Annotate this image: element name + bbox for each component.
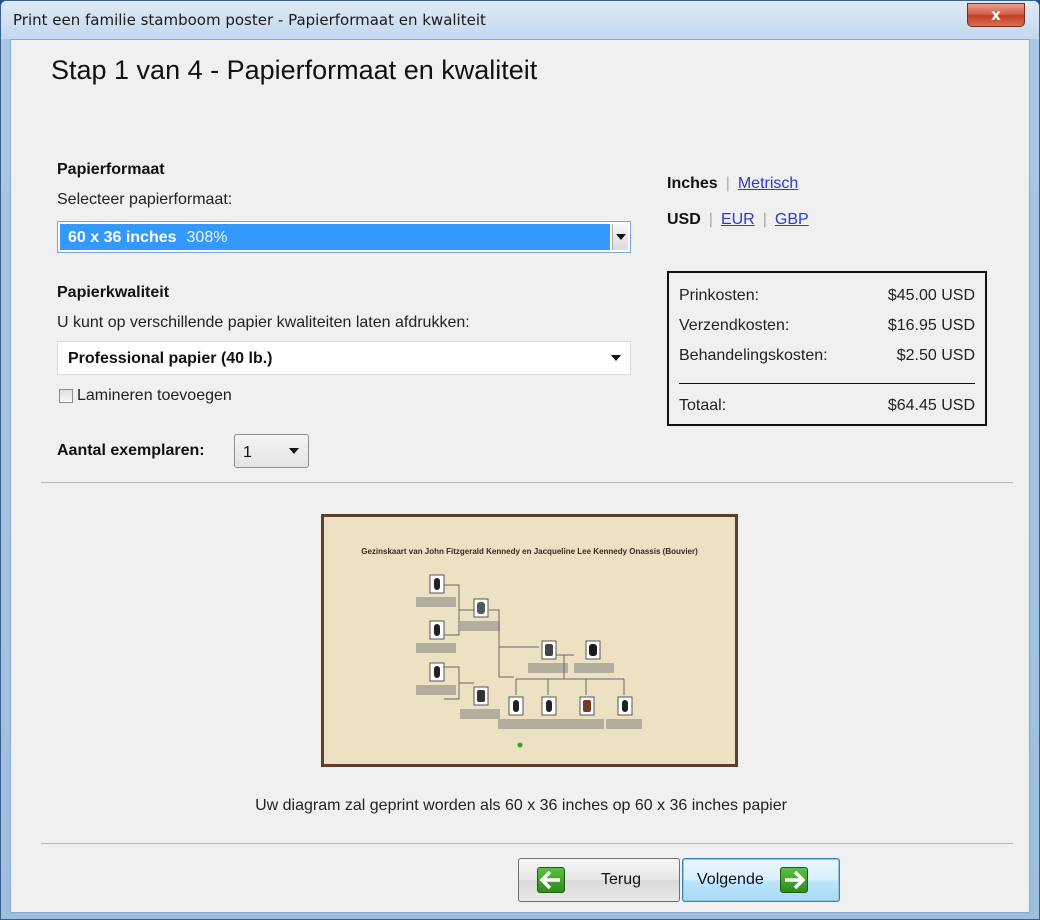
laminate-checkbox[interactable] xyxy=(59,389,73,403)
paper-size-heading: Papierformaat xyxy=(57,161,165,178)
length-units: Inches | Metrisch xyxy=(667,175,799,193)
cost-label: Prinkosten: xyxy=(679,287,760,304)
arrow-right-icon xyxy=(779,867,808,893)
cost-label: Behandelingskosten: xyxy=(679,347,828,364)
copies-label: Aantal exemplaren: xyxy=(57,442,205,459)
dropdown-arrow-button[interactable] xyxy=(612,224,628,250)
title-bar[interactable]: Print een familie stamboom poster - Papi… xyxy=(1,1,1039,39)
paper-quality-value: Professional papier (40 lb.) xyxy=(68,350,273,367)
paper-size-prompt: Selecteer papierformaat: xyxy=(57,191,233,208)
dialog-window: Print een familie stamboom poster - Papi… xyxy=(0,0,1040,920)
cost-value: $2.50 USD xyxy=(896,347,975,364)
paper-quality-select[interactable]: Professional papier (40 lb.) xyxy=(57,341,631,375)
arrow-left-icon xyxy=(537,867,565,893)
chevron-down-icon xyxy=(611,355,621,361)
unit-metric-link[interactable]: Metrisch xyxy=(738,175,798,193)
poster-preview: Gezinskaart van John Fitzgerald Kennedy … xyxy=(321,514,738,767)
cost-row: Prinkosten: $45.00 USD xyxy=(679,287,975,305)
back-label: Terug xyxy=(601,871,642,888)
print-caption: Uw diagram zal geprint worden als 60 x 3… xyxy=(255,797,787,814)
cost-divider xyxy=(679,383,975,384)
currency-gbp-link[interactable]: GBP xyxy=(775,211,809,229)
cost-row: Verzendkosten: $16.95 USD xyxy=(679,317,975,335)
chevron-down-icon xyxy=(615,234,626,240)
laminate-label: Lamineren toevoegen xyxy=(77,387,232,404)
total-value: $64.45 USD xyxy=(887,397,975,414)
back-button[interactable]: Terug xyxy=(518,858,680,902)
cost-summary: Prinkosten: $45.00 USD Verzendkosten: $1… xyxy=(667,271,987,426)
dropdown-arrow-button[interactable] xyxy=(286,437,302,465)
cost-total-row: Totaal: $64.45 USD xyxy=(679,397,975,415)
chevron-down-icon xyxy=(289,448,299,454)
paper-quality-prompt: U kunt op verschillende papier kwaliteit… xyxy=(57,314,470,331)
divider xyxy=(41,843,1013,844)
cost-label: Verzendkosten: xyxy=(679,317,790,334)
laminate-option[interactable]: Lamineren toevoegen xyxy=(59,387,232,405)
cost-row: Behandelingskosten: $2.50 USD xyxy=(679,347,975,365)
paper-size-percent: 308% xyxy=(186,229,228,246)
paper-size-select[interactable]: 60 x 36 inches 308% xyxy=(57,221,631,253)
next-button[interactable]: Volgende xyxy=(682,858,840,902)
cost-value: $16.95 USD xyxy=(887,317,975,334)
currency-usd: USD xyxy=(667,211,701,228)
currency-eur-link[interactable]: EUR xyxy=(721,211,755,229)
family-tree-graphic xyxy=(416,574,642,748)
currency-units: USD | EUR | GBP xyxy=(667,211,809,229)
next-label: Volgende xyxy=(697,871,764,888)
dropdown-arrow-button[interactable] xyxy=(608,344,624,372)
unit-inches: Inches xyxy=(667,175,718,192)
close-button[interactable]: x xyxy=(967,3,1025,27)
total-label: Totaal: xyxy=(679,397,727,414)
paper-quality-heading: Papierkwaliteit xyxy=(57,284,170,301)
cost-value: $45.00 USD xyxy=(887,287,975,304)
paper-size-value: 60 x 36 inches xyxy=(68,229,177,246)
divider xyxy=(41,482,1013,483)
copies-select[interactable]: 1 xyxy=(234,434,309,468)
copies-value: 1 xyxy=(243,444,252,461)
window-title: Print een familie stamboom poster - Papi… xyxy=(13,11,486,29)
step-heading: Stap 1 van 4 - Papierformaat en kwalitei… xyxy=(51,55,538,85)
